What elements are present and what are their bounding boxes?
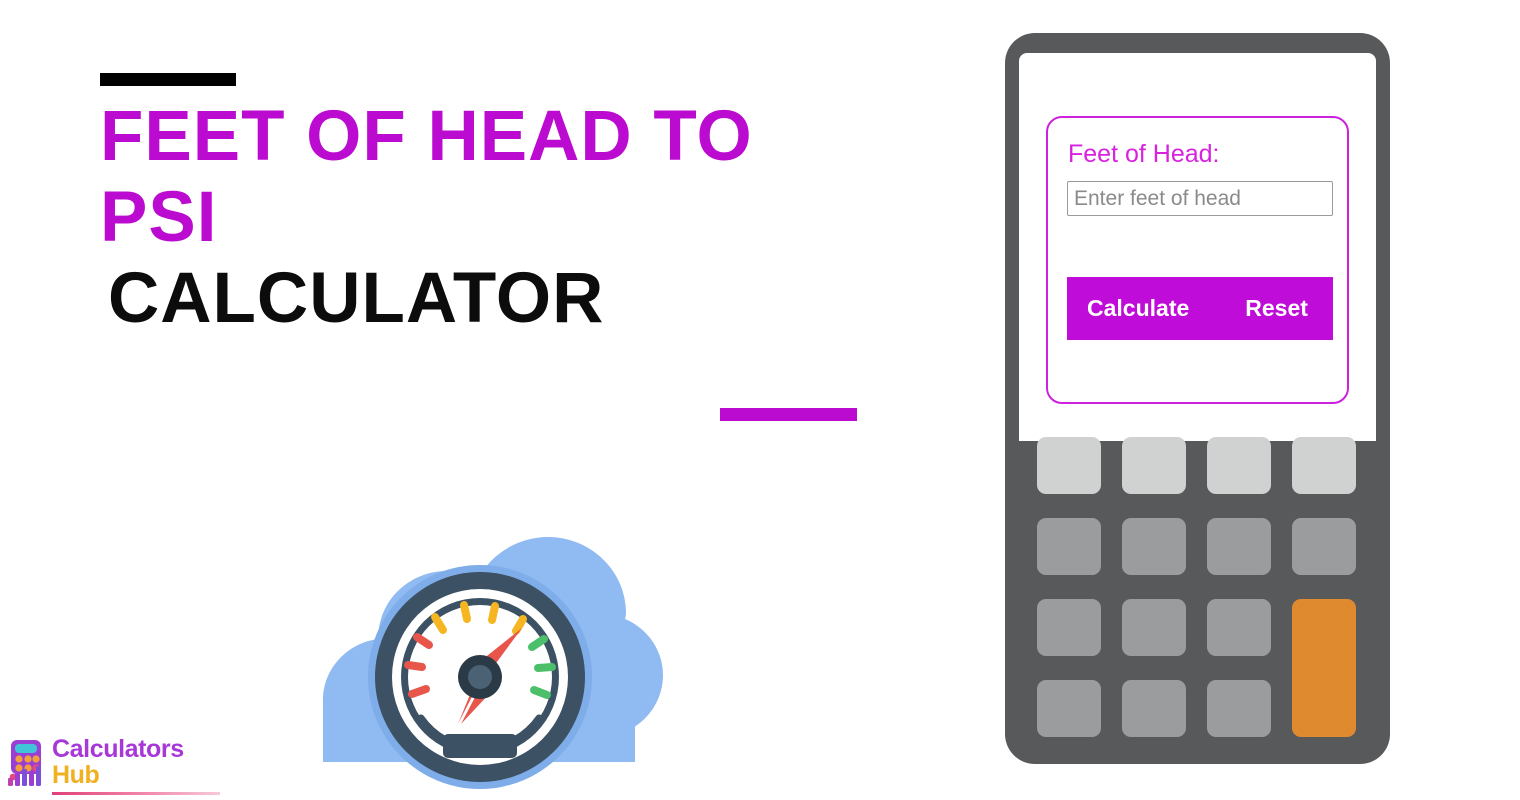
title-rule-bottom: [720, 408, 857, 421]
keypad-key-r1c3[interactable]: [1207, 437, 1271, 494]
keypad-key-r2c2[interactable]: [1122, 518, 1186, 575]
keypad-key-r1c4[interactable]: [1292, 437, 1356, 494]
calculator-device: Feet of Head: Calculate Reset: [1005, 33, 1390, 764]
keypad-key-r4c2[interactable]: [1122, 680, 1186, 737]
title-line-1: FEET OF HEAD TO: [100, 97, 753, 176]
feet-of-head-form: Feet of Head: Calculate Reset: [1046, 116, 1349, 404]
keypad-key-r2c1[interactable]: [1037, 518, 1101, 575]
reset-button[interactable]: Reset: [1245, 295, 1308, 322]
gauge-display: [443, 734, 517, 758]
title-rule-top: [100, 73, 236, 86]
keypad-key-r3c3[interactable]: [1207, 599, 1271, 656]
brand-name-line2: Hub: [52, 761, 100, 789]
keypad-key-r1c2[interactable]: [1122, 437, 1186, 494]
gauge-hub-inner: [468, 665, 492, 689]
calculate-button[interactable]: Calculate: [1087, 295, 1189, 322]
calculator-screen: Feet of Head: Calculate Reset: [1019, 53, 1376, 441]
keypad-key-r2c4[interactable]: [1292, 518, 1356, 575]
brand-logo[interactable]: Calculators Hub: [4, 736, 224, 798]
hero-section: FEET OF HEAD TO PSI CALCULATOR Calculato…: [0, 0, 960, 800]
page-title: FEET OF HEAD TO PSI CALCULATOR: [100, 96, 920, 339]
pressure-gauge-cloud-illustration: [295, 462, 665, 792]
title-line-2: PSI: [100, 178, 218, 257]
keypad-key-equals[interactable]: [1292, 599, 1356, 737]
keypad-key-r3c1[interactable]: [1037, 599, 1101, 656]
keypad-key-r4c1[interactable]: [1037, 680, 1101, 737]
keypad-key-r1c1[interactable]: [1037, 437, 1101, 494]
form-action-bar: Calculate Reset: [1067, 277, 1333, 340]
feet-of-head-label: Feet of Head:: [1068, 140, 1220, 168]
keypad-key-r2c3[interactable]: [1207, 518, 1271, 575]
keypad-key-r3c2[interactable]: [1122, 599, 1186, 656]
brand-underline: [52, 792, 220, 795]
keypad-key-r4c3[interactable]: [1207, 680, 1271, 737]
calculator-bars-logo-icon: [8, 740, 41, 786]
feet-of-head-input[interactable]: [1067, 181, 1333, 216]
brand-wordmark: Calculators Hub: [52, 736, 184, 788]
brand-name-line1: Calculators: [52, 735, 184, 763]
title-line-3: CALCULATOR: [108, 259, 605, 338]
calculator-keypad: [1037, 437, 1357, 737]
